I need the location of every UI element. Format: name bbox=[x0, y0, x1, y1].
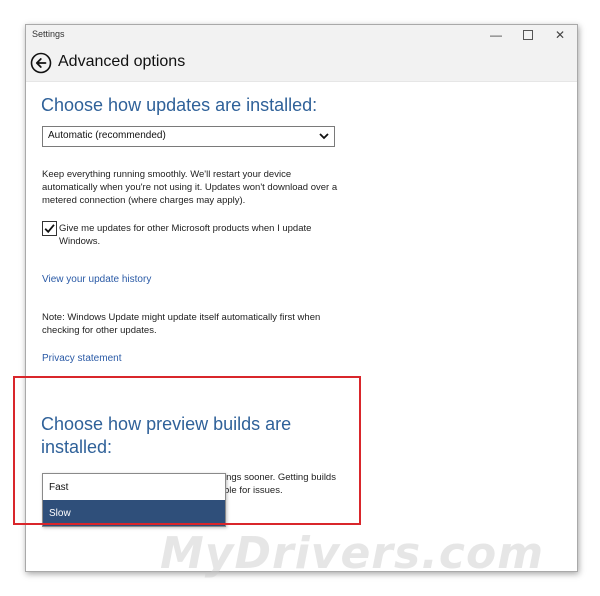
updates-description: Keep everything running smoothly. We'll … bbox=[42, 168, 337, 207]
checkmark-icon bbox=[44, 224, 55, 234]
preview-description-line: ble for issues. bbox=[224, 485, 283, 496]
description-line: metered connection (where charges may ap… bbox=[42, 195, 246, 206]
back-arrow-icon bbox=[30, 52, 52, 74]
update-mode-dropdown[interactable]: Automatic (recommended) bbox=[42, 126, 335, 147]
option-slow[interactable]: Slow bbox=[43, 500, 225, 526]
title-bar: Settings — ✕ bbox=[26, 25, 577, 45]
preview-description-partial: ings sooner. Getting builds ble for issu… bbox=[224, 471, 336, 497]
settings-window: Settings — ✕ Advanced options Choose how… bbox=[25, 24, 578, 572]
preview-heading-line: installed: bbox=[41, 437, 113, 457]
privacy-statement-link[interactable]: Privacy statement bbox=[42, 353, 121, 364]
option-slow-label: Slow bbox=[49, 508, 71, 519]
other-products-checkbox[interactable] bbox=[42, 221, 57, 236]
back-button[interactable] bbox=[30, 52, 52, 74]
page-title: Advanced options bbox=[58, 53, 186, 70]
minimize-button[interactable]: — bbox=[481, 25, 511, 45]
app-title: Settings bbox=[32, 29, 65, 39]
preview-heading-line: Choose how preview builds are bbox=[41, 414, 292, 434]
page-header: Advanced options bbox=[26, 45, 577, 82]
option-fast[interactable]: Fast bbox=[43, 474, 225, 500]
close-button[interactable]: ✕ bbox=[545, 25, 575, 45]
update-history-link[interactable]: View your update history bbox=[42, 274, 151, 285]
preview-description-line: ings sooner. Getting builds bbox=[224, 472, 336, 483]
update-note: Note: Windows Update might update itself… bbox=[42, 311, 320, 337]
note-line: Note: Windows Update might update itself… bbox=[42, 312, 321, 323]
checkbox-label-line: Windows. bbox=[59, 236, 101, 247]
maximize-icon bbox=[523, 30, 533, 40]
minimize-icon: — bbox=[490, 28, 502, 42]
checkbox-label-line: Give me updates for other Microsoft prod… bbox=[59, 223, 312, 234]
content-area: Choose how updates are installed: Automa… bbox=[26, 82, 577, 571]
updates-heading: Choose how updates are installed: bbox=[41, 95, 318, 115]
update-mode-value: Automatic (recommended) bbox=[48, 130, 166, 141]
note-line: checking for other updates. bbox=[42, 325, 157, 336]
option-fast-label: Fast bbox=[49, 482, 69, 493]
close-icon: ✕ bbox=[554, 28, 566, 42]
preview-speed-dropdown-list: Fast Slow bbox=[42, 473, 226, 527]
maximize-button[interactable] bbox=[513, 25, 543, 45]
description-line: Keep everything running smoothly. We'll … bbox=[42, 169, 292, 180]
chevron-down-icon bbox=[319, 133, 329, 140]
description-line: automatically when you're not using it. … bbox=[42, 182, 338, 193]
checkbox-label: Give me updates for other Microsoft prod… bbox=[59, 222, 311, 248]
preview-builds-heading: Choose how preview builds are installed: bbox=[41, 413, 291, 459]
